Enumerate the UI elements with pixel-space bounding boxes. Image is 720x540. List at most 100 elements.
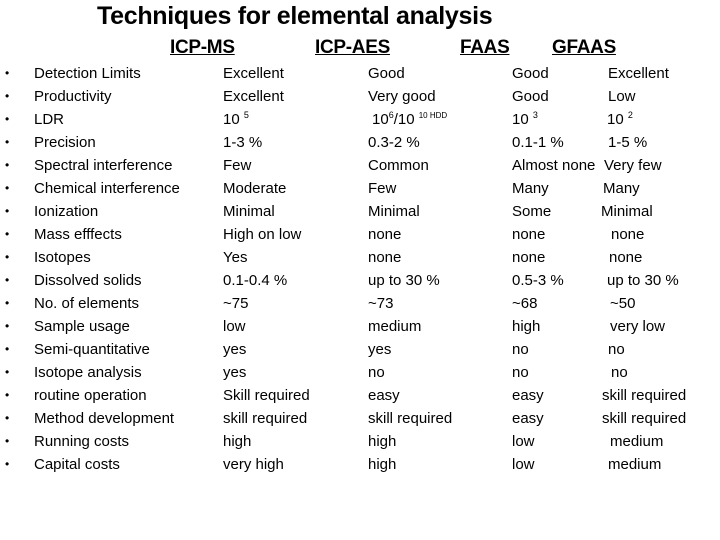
table-row: • Running costs high high low medium: [0, 430, 720, 453]
table-row: • Detection Limits Excellent Good Good Excell…: [0, 62, 720, 85]
row-label: Ionization: [34, 203, 99, 220]
cell-gfaas: skill required: [602, 410, 687, 427]
cell-gfaas: none: [611, 226, 645, 243]
cell-icpms: skill required: [223, 410, 308, 427]
bullet-icon: •: [5, 273, 10, 287]
cell-gfaas: medium: [610, 433, 664, 450]
cell-icpms: 1-3 %: [223, 134, 263, 151]
row-label: Dissolved solids: [34, 272, 142, 289]
cell-icpaes: medium: [368, 318, 422, 335]
cell-icpms: 10 5: [223, 108, 249, 131]
bullet-icon: •: [5, 434, 10, 448]
cell-icpms: Yes: [223, 249, 248, 266]
cell-gfaas: none: [609, 249, 643, 266]
bullet-icon: •: [5, 181, 10, 195]
ldr-separator: /10: [393, 111, 415, 128]
row-label: Precision: [34, 134, 96, 151]
ldr-exponent-hdd: 10 HDD: [418, 111, 448, 120]
cell-icpms: Excellent: [223, 88, 284, 105]
row-label: Mass efffects: [34, 226, 122, 243]
table-row: • Mass efffects High on low none none none: [0, 223, 720, 246]
cell-icpms: Few: [223, 157, 252, 174]
table-row: • Spectral interference Few Common Almost no…: [0, 154, 720, 177]
bullet-icon: •: [5, 204, 10, 218]
bullet-icon: •: [5, 112, 10, 126]
column-header-faas: FAAS: [460, 37, 510, 58]
table-row: • Precision 1-3 % 0.3-2 % 0.1-1 % 1-5 %: [0, 131, 720, 154]
cell-gfaas: no: [611, 364, 628, 381]
cell-faas: 0.5-3 %: [512, 272, 564, 289]
table-row: • routine operation Skill required easy easy…: [0, 384, 720, 407]
cell-icpaes: Common: [368, 157, 429, 174]
cell-icpms: High on low: [223, 226, 302, 243]
table-row: • Isotopes Yes none none none: [0, 246, 720, 269]
cell-gfaas: up to 30 %: [607, 272, 679, 289]
table-row: • Method development skill required skill r…: [0, 407, 720, 430]
cell-icpms: high: [223, 433, 252, 450]
cell-faas: none: [512, 226, 546, 243]
column-header-gfaas: GFAAS: [552, 37, 616, 58]
cell-icpaes: none: [368, 226, 402, 243]
cell-icpms: yes: [223, 341, 247, 358]
row-label: Isotope analysis: [34, 364, 142, 381]
bullet-icon: •: [5, 250, 10, 264]
cell-icpaes: easy: [368, 387, 400, 404]
table-row: • Isotope analysis yes no no no: [0, 361, 720, 384]
cell-icpms: low: [223, 318, 246, 335]
bullet-icon: •: [5, 66, 10, 80]
cell-gfaas: 1-5 %: [608, 134, 648, 151]
cell-gfaas: Very few: [604, 157, 662, 174]
cell-faas: easy: [512, 387, 544, 404]
bullet-icon: •: [5, 388, 10, 402]
cell-icpaes: yes: [368, 341, 392, 358]
cell-faas: 10 3: [512, 108, 538, 131]
cell-gfaas: 10 2: [607, 108, 633, 131]
row-label: Isotopes: [34, 249, 91, 266]
table-row: • Semi-quantitative yes yes no no: [0, 338, 720, 361]
row-label: Productivity: [34, 88, 112, 105]
bullet-icon: •: [5, 365, 10, 379]
cell-faas: Some: [512, 203, 552, 220]
cell-icpms: ~75: [223, 295, 249, 312]
cell-faas: high: [512, 318, 541, 335]
cell-gfaas: Excellent: [608, 65, 669, 82]
cell-faas: Good: [512, 65, 549, 82]
ldr-base: 10: [607, 111, 624, 128]
bullet-icon: •: [5, 158, 10, 172]
cell-icpaes: Minimal: [368, 203, 420, 220]
cell-icpaes: no: [368, 364, 385, 381]
row-label: Capital costs: [34, 456, 120, 473]
row-label: LDR: [34, 111, 65, 128]
page-title: Techniques for elemental analysis: [97, 2, 493, 30]
cell-icpms: very high: [223, 456, 284, 473]
column-header-icp-ms: ICP-MS: [170, 37, 235, 58]
cell-icpaes: Few: [368, 180, 397, 197]
cell-faas: none: [512, 249, 546, 266]
row-label: routine operation: [34, 387, 147, 404]
cell-faas: Good: [512, 88, 549, 105]
bullet-icon: •: [5, 296, 10, 310]
bullet-icon: •: [5, 227, 10, 241]
cell-gfaas: Low: [608, 88, 636, 105]
bullet-icon: •: [5, 457, 10, 471]
cell-gfaas: medium: [608, 456, 662, 473]
ldr-base: 10: [223, 111, 240, 128]
cell-icpms: Minimal: [223, 203, 275, 220]
cell-gfaas: skill required: [602, 387, 687, 404]
row-label: Spectral interference: [34, 157, 173, 174]
cell-icpaes: none: [368, 249, 402, 266]
cell-faas: Many: [512, 180, 549, 197]
bullet-icon: •: [5, 89, 10, 103]
table-row: • Productivity Excellent Very good Good Low: [0, 85, 720, 108]
table-row: • Chemical interference Moderate Few Many Man…: [0, 177, 720, 200]
cell-gfaas: ~50: [610, 295, 636, 312]
cell-gfaas: very low: [610, 318, 666, 335]
cell-faas: no: [512, 364, 529, 381]
cell-icpaes: 0.3-2 %: [368, 134, 420, 151]
ldr-base: 10: [512, 111, 529, 128]
ldr-exponent: 3: [532, 110, 538, 120]
cell-icpaes: high: [368, 433, 397, 450]
cell-faas: Almost none: [512, 157, 596, 174]
cell-icpaes: Very good: [368, 88, 436, 105]
table-row: • Sample usage low medium high very low: [0, 315, 720, 338]
